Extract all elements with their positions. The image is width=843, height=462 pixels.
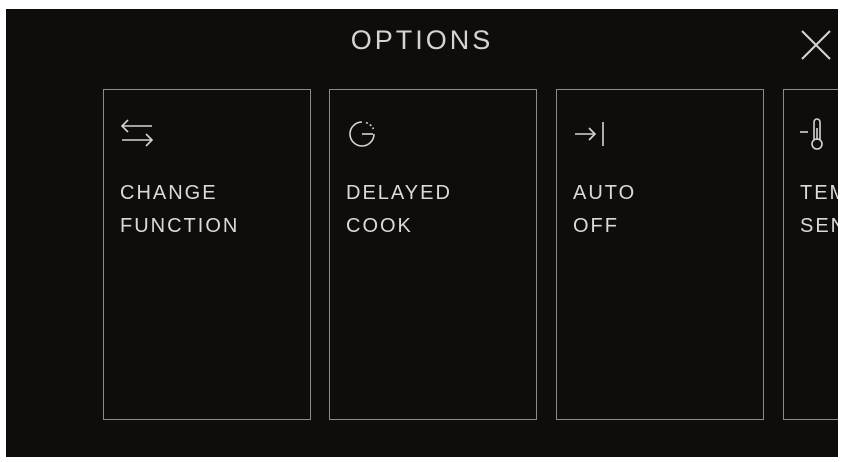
close-button[interactable] xyxy=(796,23,836,63)
option-card-temp-sensor[interactable]: TEMP SENSOR xyxy=(783,89,838,420)
option-label-line: AUTO xyxy=(573,182,637,204)
option-label: TEMP SENSOR xyxy=(800,177,838,243)
option-label-line: CHANGE xyxy=(120,182,218,204)
thermometer-icon xyxy=(796,114,836,154)
option-label-line: DELAYED xyxy=(346,182,452,204)
option-label: CHANGE FUNCTION xyxy=(120,177,239,243)
option-card-change-function[interactable]: CHANGE FUNCTION xyxy=(103,89,311,420)
options-screen: OPTIONS CHANGE FUNCTION DELAYED COOK AUT… xyxy=(6,9,838,457)
option-card-auto-off[interactable]: AUTO OFF xyxy=(556,89,764,420)
option-label: AUTO OFF xyxy=(573,177,636,243)
option-label-line: OFF xyxy=(573,215,619,237)
timer-icon xyxy=(344,114,384,154)
close-icon xyxy=(801,30,831,60)
swap-arrows-icon xyxy=(118,114,158,154)
option-label-line: FUNCTION xyxy=(120,215,240,237)
option-label-line: TEMP xyxy=(800,182,838,204)
page-title: OPTIONS xyxy=(350,25,494,55)
arrow-to-bar-icon xyxy=(571,114,611,154)
option-card-delayed-cook[interactable]: DELAYED COOK xyxy=(329,89,537,420)
option-label-line: SENSOR xyxy=(800,215,838,237)
option-label: DELAYED COOK xyxy=(346,177,452,243)
option-label-line: COOK xyxy=(346,215,413,237)
